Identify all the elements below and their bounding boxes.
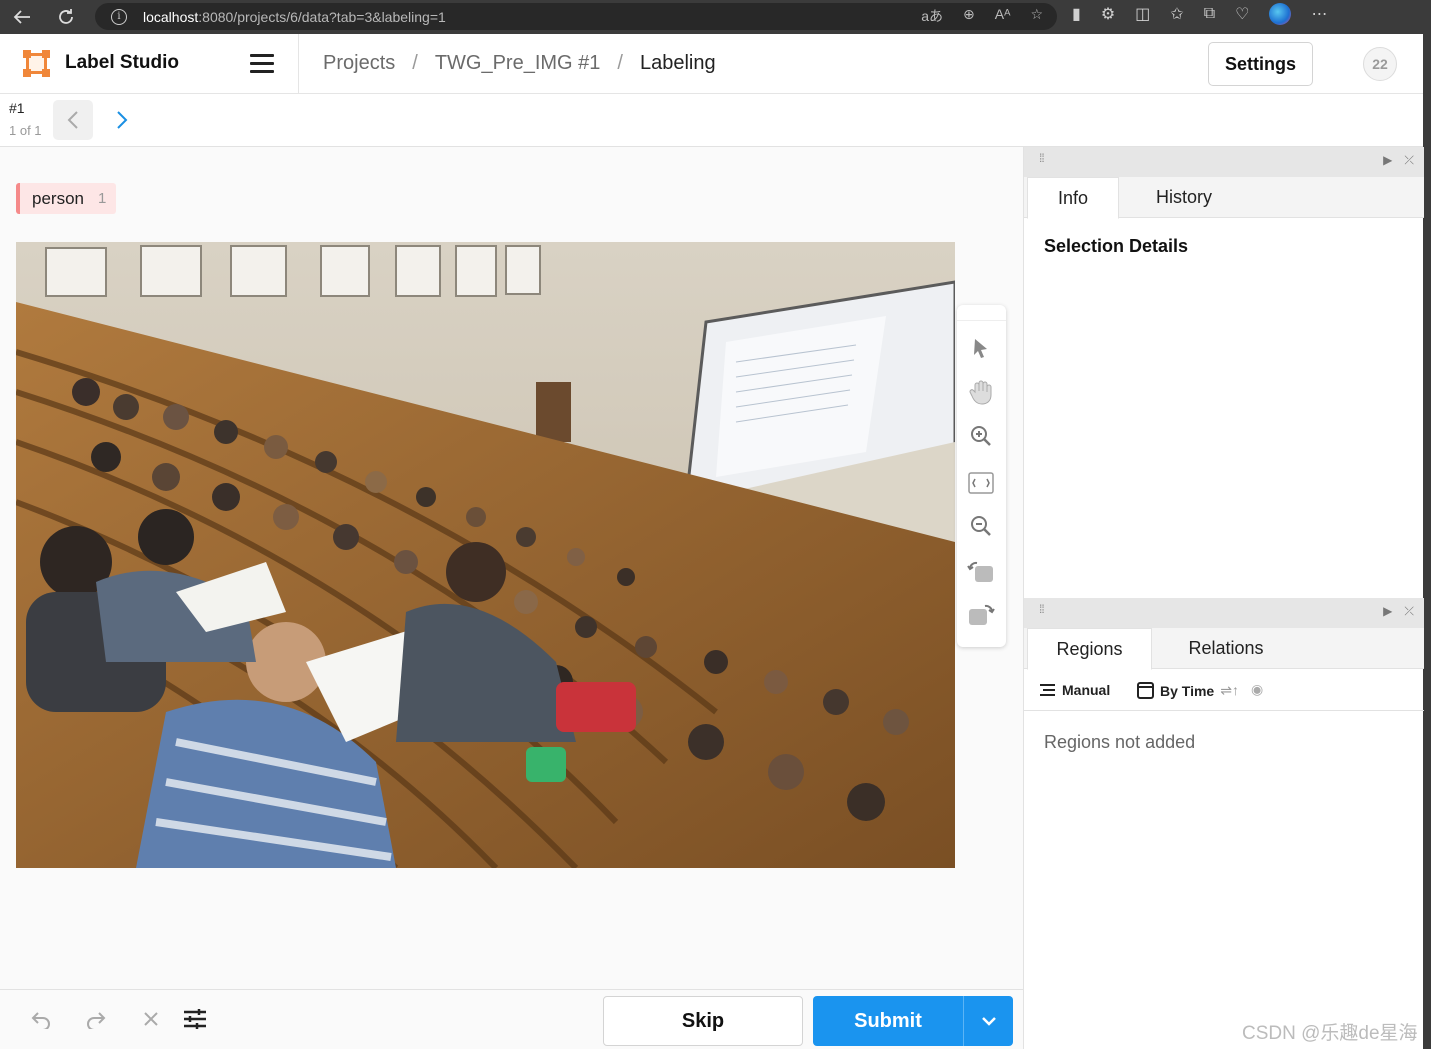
next-task-button[interactable] xyxy=(104,100,140,140)
favorites-icon[interactable]: ✩ xyxy=(1170,4,1183,24)
reload-icon[interactable] xyxy=(52,3,80,31)
annotation-footer: Skip Submit xyxy=(0,989,1023,1049)
app-title[interactable]: Label Studio xyxy=(65,52,179,74)
chevron-right-icon xyxy=(117,111,128,129)
regions-tabs: Regions Relations xyxy=(1024,628,1424,670)
site-info-icon[interactable]: i xyxy=(111,8,127,25)
sort-manual-label: Manual xyxy=(1062,682,1111,698)
task-count: 1 of 1 xyxy=(9,123,42,138)
sort-by-time-label: By Time xyxy=(1160,682,1215,699)
cursor-arrow-icon xyxy=(974,339,987,358)
info-tabs: Info History xyxy=(1024,177,1424,219)
label-studio-logo-icon[interactable] xyxy=(23,50,50,77)
rotate-right-icon xyxy=(969,604,995,625)
breadcrumb-projects[interactable]: Projects xyxy=(323,52,395,75)
empty-regions-text: Regions not added xyxy=(1044,732,1196,752)
breadcrumb-current: Labeling xyxy=(639,52,716,74)
visibility-eye-icon[interactable]: ◉ xyxy=(1251,681,1263,698)
side-panels: ⁞⁞ ▶ ⤫ Info History Selection Details ⁞⁞… xyxy=(1023,147,1424,1049)
menu-hamburger-icon[interactable] xyxy=(250,54,274,74)
collapse-panel-icon[interactable]: ▶ xyxy=(1383,604,1392,619)
selection-details-title: Selection Details xyxy=(1044,236,1189,256)
submit-button[interactable]: Submit xyxy=(813,996,963,1046)
app-header: Label Studio Projects / TWG_Pre_IMG #1 /… xyxy=(0,34,1423,94)
image-tools-palette xyxy=(957,305,1006,647)
label-studio-app: Label Studio Projects / TWG_Pre_IMG #1 /… xyxy=(0,34,1424,1049)
labeling-canvas-area: person 1 xyxy=(0,147,1023,989)
settings-sliders-icon[interactable] xyxy=(182,1006,208,1032)
url-path: :8080/projects/6/data?tab=3&labeling=1 xyxy=(198,8,446,25)
tab-history[interactable]: History xyxy=(1119,177,1249,218)
document-icon[interactable]: ▮ xyxy=(1072,4,1081,24)
collapse-panel-icon[interactable]: ▶ xyxy=(1383,153,1392,168)
rotate-left-icon xyxy=(967,561,993,582)
panel-grip-icon[interactable]: ⁞⁞ xyxy=(1039,152,1045,164)
breadcrumb-project[interactable]: TWG_Pre_IMG #1 xyxy=(435,52,601,75)
breadcrumb: Projects / TWG_Pre_IMG #1 / Labeling xyxy=(323,52,716,75)
reset-close-icon[interactable] xyxy=(138,1006,164,1032)
rotate-right-tool[interactable] xyxy=(966,600,996,630)
zoom-icon[interactable]: ⊕ xyxy=(963,6,975,26)
extensions-icon[interactable]: ⚙ xyxy=(1101,4,1115,24)
skip-button[interactable]: Skip xyxy=(603,996,803,1046)
settings-button[interactable]: Settings xyxy=(1208,42,1313,86)
breadcrumb-separator: / xyxy=(617,52,623,74)
detach-panel-icon[interactable]: ⤫ xyxy=(1404,604,1414,619)
submit-options-button[interactable] xyxy=(963,996,1013,1046)
user-avatar[interactable]: 22 xyxy=(1363,47,1397,81)
redo-icon[interactable] xyxy=(83,1006,109,1032)
previous-task-button[interactable] xyxy=(53,100,93,140)
address-bar[interactable]: i localhost:8080/projects/6/data?tab=3&l… xyxy=(95,3,1057,30)
collections-icon[interactable]: ⧉ xyxy=(1204,5,1215,23)
read-aloud-icon[interactable]: Aᴬ xyxy=(995,6,1011,26)
hand-icon xyxy=(969,380,992,405)
watermark-text: CSDN @乐趣de星海 xyxy=(1242,1023,1418,1044)
breadcrumb-separator: / xyxy=(412,52,418,74)
zoom-out-tool[interactable] xyxy=(966,511,996,541)
tab-info[interactable]: Info xyxy=(1027,177,1119,219)
label-chip-person[interactable]: person 1 xyxy=(16,183,117,214)
task-navigation-bar: #1 1 of 1 xyxy=(0,94,1423,147)
undo-icon[interactable] xyxy=(28,1006,54,1032)
select-pointer-tool[interactable] xyxy=(966,333,996,363)
palette-drag-handle[interactable] xyxy=(957,305,1006,321)
info-panel-header[interactable]: ⁞⁞ ▶ ⤫ xyxy=(1024,147,1424,177)
calendar-icon xyxy=(1137,682,1154,699)
zoom-in-tool[interactable] xyxy=(966,421,996,451)
task-id: #1 xyxy=(9,100,25,116)
regions-panel-header[interactable]: ⁞⁞ ▶ ⤫ xyxy=(1024,598,1424,628)
list-icon xyxy=(1040,684,1055,696)
chevron-down-icon xyxy=(981,1017,996,1026)
header-divider xyxy=(298,34,299,94)
split-screen-icon[interactable]: ◫ xyxy=(1135,4,1150,24)
chevron-left-icon xyxy=(67,111,78,129)
browser-toolbar: i localhost:8080/projects/6/data?tab=3&l… xyxy=(0,0,1431,34)
panel-grip-icon[interactable]: ⁞⁞ xyxy=(1039,603,1045,615)
fit-screen-icon xyxy=(968,472,994,494)
sort-by-time-button[interactable]: By Time ⇌↑ xyxy=(1137,682,1239,699)
sort-order-icon[interactable]: ⇌↑ xyxy=(1220,682,1239,699)
zoom-in-icon xyxy=(971,426,991,446)
tab-relations[interactable]: Relations xyxy=(1152,628,1300,669)
tab-regions[interactable]: Regions xyxy=(1027,628,1152,670)
detach-panel-icon[interactable]: ⤫ xyxy=(1404,153,1414,168)
translate-icon[interactable]: aあ xyxy=(921,6,943,26)
rotate-left-tool[interactable] xyxy=(966,557,996,587)
zoom-out-icon xyxy=(971,516,991,536)
back-arrow-icon[interactable] xyxy=(8,3,36,31)
label-name: person xyxy=(32,188,84,208)
pan-tool[interactable] xyxy=(966,377,996,407)
performance-icon[interactable]: ♡ xyxy=(1235,4,1249,24)
annotation-image[interactable] xyxy=(16,242,955,868)
profile-icon[interactable] xyxy=(1269,3,1292,25)
url-host: localhost xyxy=(143,8,199,25)
favorite-star-icon[interactable]: ☆ xyxy=(1030,6,1043,26)
lecture-hall-photo xyxy=(16,242,955,868)
sort-manual-button[interactable]: Manual xyxy=(1040,682,1110,698)
regions-sort-toolbar: Manual By Time ⇌↑ ◉ xyxy=(1024,669,1424,711)
label-hotkey: 1 xyxy=(97,190,107,207)
fit-to-screen-tool[interactable] xyxy=(966,468,996,498)
more-menu-icon[interactable]: ⋯ xyxy=(1311,4,1327,24)
